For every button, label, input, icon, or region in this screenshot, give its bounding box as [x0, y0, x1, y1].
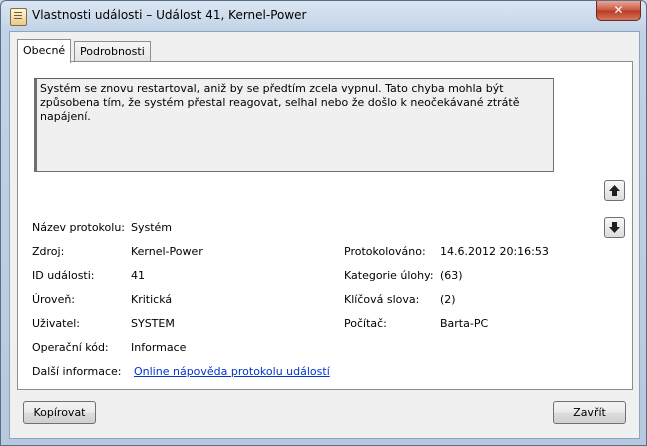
window-close-button[interactable]: ✕ [596, 1, 641, 21]
tab-general[interactable]: Obecné [17, 39, 72, 63]
title-bar[interactable]: Vlastnosti události – Událost 41, Kernel… [1, 1, 646, 31]
event-id-value: 41 [131, 269, 145, 282]
keywords-label: Klíčová slova: [344, 293, 420, 306]
source-value: Kernel-Power [131, 245, 203, 258]
user-label: Uživatel: [32, 317, 80, 330]
log-name-label: Název protokolu: [32, 221, 125, 234]
log-name-value: Systém [131, 221, 173, 234]
description-text: Systém se znovu restartoval, aniž by se … [40, 82, 520, 123]
task-category-label: Kategorie úlohy: [344, 269, 434, 282]
window-title: Vlastnosti události – Událost 41, Kernel… [32, 8, 307, 22]
opcode-value: Informace [131, 341, 187, 354]
opcode-label: Operační kód: [32, 341, 109, 354]
previous-event-button[interactable] [604, 180, 625, 201]
more-info-label: Další informace: [32, 365, 122, 378]
description-border [35, 79, 37, 171]
logged-label: Protokolováno: [344, 245, 426, 258]
dialog-body: Obecné Podrobnosti Systém se znovu resta… [9, 31, 640, 439]
close-button[interactable]: Zavřít [553, 401, 626, 424]
computer-label: Počítač: [344, 317, 387, 330]
event-description[interactable]: Systém se znovu restartoval, aniž by se … [34, 78, 554, 172]
level-label: Úroveň: [32, 293, 76, 306]
level-value: Kritická [131, 293, 173, 306]
task-category-value: (63) [440, 269, 463, 282]
next-event-button[interactable] [604, 217, 625, 238]
copy-button[interactable]: Kopírovat [23, 401, 96, 424]
general-panel: Systém se znovu restartoval, aniž by se … [17, 61, 633, 390]
logged-value: 14.6.2012 20:16:53 [440, 245, 549, 258]
event-id-label: ID události: [32, 269, 95, 282]
more-info-link[interactable]: Online nápověda protokolu událostí [134, 365, 330, 378]
source-label: Zdroj: [32, 245, 65, 258]
arrow-down-icon [609, 222, 620, 233]
user-value: SYSTEM [131, 317, 175, 330]
arrow-up-icon [609, 185, 620, 196]
computer-value: Barta-PC [440, 317, 489, 330]
event-viewer-icon [10, 8, 27, 26]
keywords-value: (2) [440, 293, 456, 306]
tab-details[interactable]: Podrobnosti [74, 41, 151, 62]
event-properties-window: Vlastnosti události – Událost 41, Kernel… [0, 0, 647, 446]
